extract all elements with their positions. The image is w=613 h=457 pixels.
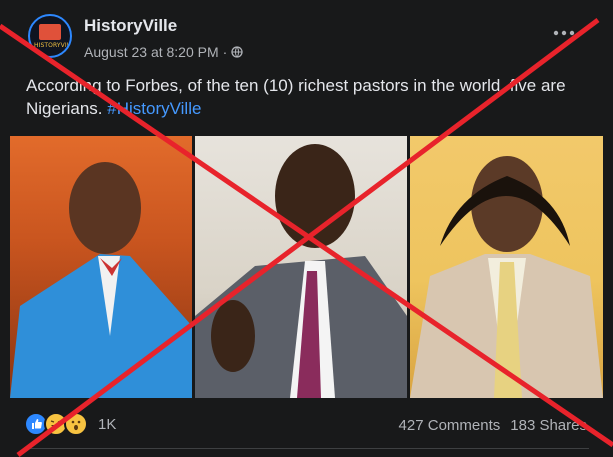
divider bbox=[24, 448, 589, 449]
engagement-stats: 427 Comments 183 Shares bbox=[399, 417, 587, 434]
photo-pastor-left[interactable] bbox=[10, 136, 192, 398]
photo-pastor-right[interactable] bbox=[410, 136, 603, 398]
comments-count[interactable]: 427 Comments bbox=[399, 417, 501, 434]
post-text: According to Forbes, of the ten (10) ric… bbox=[26, 74, 596, 120]
avatar-logo-text: HISTORYVILLE bbox=[34, 42, 71, 49]
page-name-link[interactable]: HistoryVille bbox=[84, 16, 177, 36]
post-meta: August 23 at 8:20 PM · bbox=[84, 44, 243, 60]
hashtag-link[interactable]: #HistoryVille bbox=[107, 99, 201, 118]
logo-image bbox=[39, 24, 61, 40]
person-left-image bbox=[10, 162, 192, 398]
photo-pastor-middle[interactable] bbox=[195, 136, 407, 398]
globe-icon bbox=[231, 46, 243, 58]
facebook-post: HISTORYVILLE HistoryVille August 23 at 8… bbox=[0, 0, 613, 457]
more-options-icon[interactable] bbox=[552, 28, 576, 38]
reaction-count[interactable]: 1K bbox=[98, 416, 116, 433]
photo-collage[interactable] bbox=[10, 136, 603, 398]
meta-separator: · bbox=[222, 44, 228, 60]
shares-count[interactable]: 183 Shares bbox=[510, 417, 587, 434]
reactions-bar[interactable]: 1K bbox=[24, 412, 116, 436]
person-right-image bbox=[410, 156, 603, 398]
post-timestamp[interactable]: August 23 at 8:20 PM bbox=[84, 44, 219, 60]
wow-icon bbox=[64, 412, 88, 436]
page-avatar[interactable]: HISTORYVILLE bbox=[28, 14, 72, 58]
person-middle-image bbox=[195, 144, 407, 398]
